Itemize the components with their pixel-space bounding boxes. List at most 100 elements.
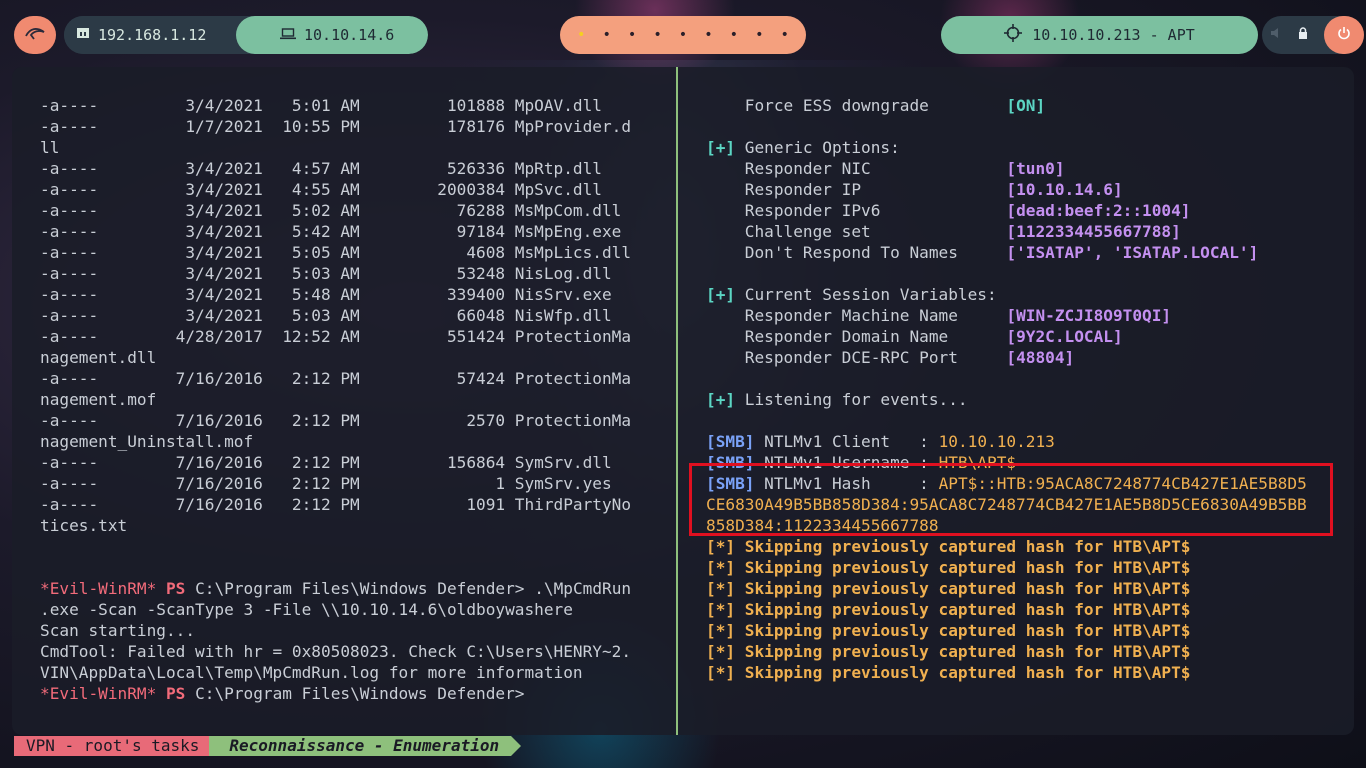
terminal-text-segment: -a---- 3/4/2021 5:42 AM 97184 MsMpEng.ex… <box>40 222 622 241</box>
terminal-text-segment: tices.txt <box>40 516 128 535</box>
terminal-line: -a---- 1/7/2021 10:55 PM 178176 MpProvid… <box>40 116 665 137</box>
terminal-line: -a---- 3/4/2021 5:05 AM 4608 MsMpLics.dl… <box>40 242 665 263</box>
terminal-text-segment: Responder IPv6 <box>706 201 1007 220</box>
terminal-text-segment: -a---- 3/4/2021 4:55 AM 2000384 MpSvc.dl… <box>40 180 602 199</box>
terminal-text-segment: [*] Skipping previously captured hash fo… <box>706 558 1191 577</box>
terminal-text-segment: *Evil-WinRM* <box>40 579 157 598</box>
terminal-line: [SMB] NTLMv1 Client : 10.10.10.213 <box>706 431 1346 452</box>
power-icon <box>1337 26 1351 44</box>
terminal-line: [*] Skipping previously captured hash fo… <box>706 662 1346 683</box>
terminal-line: tices.txt <box>40 515 665 536</box>
terminal-line: -a---- 3/4/2021 5:02 AM 76288 MsMpCom.dl… <box>40 200 665 221</box>
workspace-8[interactable]: • <box>755 27 763 43</box>
terminal-line: Responder Machine Name [WIN-ZCJI8O9T0QI] <box>706 305 1346 326</box>
workspace-9[interactable]: • <box>781 27 789 43</box>
pane-divider[interactable] <box>676 67 678 735</box>
terminal-text-segment: C:\Program Files\Windows Defender> .\MpC… <box>185 579 632 598</box>
terminal-line: -a---- 3/4/2021 5:03 AM 53248 NisLog.dll <box>40 263 665 284</box>
workspace-6[interactable]: • <box>704 27 712 43</box>
left-terminal-pane[interactable]: -a---- 3/4/2021 5:01 AM 101888 MpOAV.dll… <box>40 95 665 704</box>
terminal-line: [+] Listening for events... <box>706 389 1346 410</box>
terminal-text-segment: -a---- 3/4/2021 5:03 AM 53248 NisLog.dll <box>40 264 612 283</box>
terminal-text-segment: [10.10.14.6] <box>1006 180 1123 199</box>
workspace-3[interactable]: • <box>628 27 636 43</box>
terminal-text-segment: .exe -Scan -ScanType 3 -File \\10.10.14.… <box>40 600 573 619</box>
workspace-2[interactable]: • <box>602 27 610 43</box>
terminal-text-segment: Generic Options: <box>735 138 900 157</box>
terminal-line: [*] Skipping previously captured hash fo… <box>706 641 1346 662</box>
terminal-text-segment: [tun0] <box>1006 159 1065 178</box>
terminal-text-segment: Responder Domain Name <box>706 327 1007 346</box>
terminal-text-segment: Responder NIC <box>706 159 1007 178</box>
hash-highlight-box <box>689 463 1333 536</box>
terminal-line: -a---- 3/4/2021 5:03 AM 66048 NisWfp.dll <box>40 305 665 326</box>
terminal-line: Responder DCE-RPC Port [48804] <box>706 347 1346 368</box>
terminal-line: -a---- 7/16/2016 2:12 PM 57424 Protectio… <box>40 368 665 389</box>
power-button[interactable] <box>1324 16 1364 54</box>
terminal-line: nagement_Uninstall.mof <box>40 431 665 452</box>
terminal-line: [*] Skipping previously captured hash fo… <box>706 599 1346 620</box>
terminal-text-segment: [+] <box>706 138 736 157</box>
terminal-text-segment: -a---- 3/4/2021 5:03 AM 66048 NisWfp.dll <box>40 306 612 325</box>
ethernet-icon <box>76 26 90 44</box>
terminal-text-segment: Listening for events... <box>735 390 968 409</box>
terminal-line: [*] Skipping previously captured hash fo… <box>706 578 1346 599</box>
terminal-line: CmdTool: Failed with hr = 0x80508023. Ch… <box>40 641 665 662</box>
terminal-text-segment: PS <box>165 579 186 598</box>
terminal-text-segment: -a---- 4/28/2017 12:52 AM 551424 Protect… <box>40 327 632 346</box>
terminal-line: -a---- 7/16/2016 2:12 PM 1091 ThirdParty… <box>40 494 665 515</box>
terminal-text-segment: -a---- 3/4/2021 5:48 AM 339400 NisSrv.ex… <box>40 285 612 304</box>
terminal-line: [*] Skipping previously captured hash fo… <box>706 557 1346 578</box>
terminal-line: .exe -Scan -ScanType 3 -File \\10.10.14.… <box>40 599 665 620</box>
workspace-7[interactable]: • <box>730 27 738 43</box>
terminal-line: Don't Respond To Names ['ISATAP', 'ISATA… <box>706 242 1346 263</box>
terminal-text-segment: Challenge set <box>706 222 1007 241</box>
tmux-status-bar: VPN - root's tasks Reconnaissance - Enum… <box>14 736 521 756</box>
terminal-text-segment: -a---- 7/16/2016 2:12 PM 57424 Protectio… <box>40 369 632 388</box>
active-window-tab[interactable]: Reconnaissance - Enumeration <box>209 736 521 756</box>
terminal-text-segment: -a---- 3/4/2021 4:57 AM 526336 MpRtp.dll <box>40 159 602 178</box>
lock-icon[interactable] <box>1298 26 1308 44</box>
terminal-text-segment: ['ISATAP', 'ISATAP.LOCAL'] <box>1006 243 1259 262</box>
terminal-text-segment: NTLMv1 Client : <box>754 432 939 451</box>
volume-icon[interactable] <box>1270 27 1282 43</box>
terminal-text-segment: Responder DCE-RPC Port <box>706 348 1007 367</box>
terminal-text-segment: Responder Machine Name <box>706 306 1007 325</box>
terminal-line: -a---- 3/4/2021 5:48 AM 339400 NisSrv.ex… <box>40 284 665 305</box>
network-widget: 192.168.1.12 10.10.14.6 <box>64 16 428 54</box>
terminal-text-segment: [9Y2C.LOCAL] <box>1006 327 1123 346</box>
terminal-text-segment: -a---- 1/7/2021 10:55 PM 178176 MpProvid… <box>40 117 632 136</box>
terminal-line: Force ESS downgrade [ON] <box>706 95 1346 116</box>
terminal-text-segment: [+] <box>706 285 736 304</box>
terminal-line: *Evil-WinRM* PS C:\Program Files\Windows… <box>40 683 665 704</box>
terminal-text-segment: Don't Respond To Names <box>706 243 1007 262</box>
workspace-5[interactable]: • <box>679 27 687 43</box>
os-menu-button[interactable] <box>14 16 56 54</box>
workspace-1[interactable]: • <box>577 27 585 43</box>
terminal-window[interactable]: -a---- 3/4/2021 5:01 AM 101888 MpOAV.dll… <box>12 67 1354 735</box>
laptop-icon <box>280 26 296 44</box>
terminal-text-segment: -a---- 3/4/2021 5:05 AM 4608 MsMpLics.dl… <box>40 243 632 262</box>
right-terminal-pane[interactable]: Force ESS downgrade [ON] [+] Generic Opti… <box>706 95 1346 683</box>
terminal-line: Challenge set [1122334455667788] <box>706 221 1346 242</box>
terminal-line: ll <box>40 137 665 158</box>
session-name[interactable]: VPN - root's tasks <box>14 736 220 756</box>
terminal-line: -a---- 3/4/2021 4:55 AM 2000384 MpSvc.dl… <box>40 179 665 200</box>
terminal-text-segment: [*] Skipping previously captured hash fo… <box>706 600 1191 619</box>
terminal-line: VIN\AppData\Local\Temp\MpCmdRun.log for … <box>40 662 665 683</box>
terminal-line: nagement.dll <box>40 347 665 368</box>
terminal-text-segment: nagement.mof <box>40 390 157 409</box>
terminal-text-segment: PS <box>165 684 186 703</box>
terminal-line: [+] Current Session Variables: <box>706 284 1346 305</box>
terminal-line: -a---- 3/4/2021 5:42 AM 97184 MsMpEng.ex… <box>40 221 665 242</box>
terminal-text-segment: [ON] <box>1006 96 1046 115</box>
crosshair-icon <box>1004 24 1023 46</box>
workspace-4[interactable]: • <box>653 27 661 43</box>
terminal-line: -a---- 7/16/2016 2:12 PM 2570 Protection… <box>40 410 665 431</box>
terminal-text-segment: [+] <box>706 390 736 409</box>
